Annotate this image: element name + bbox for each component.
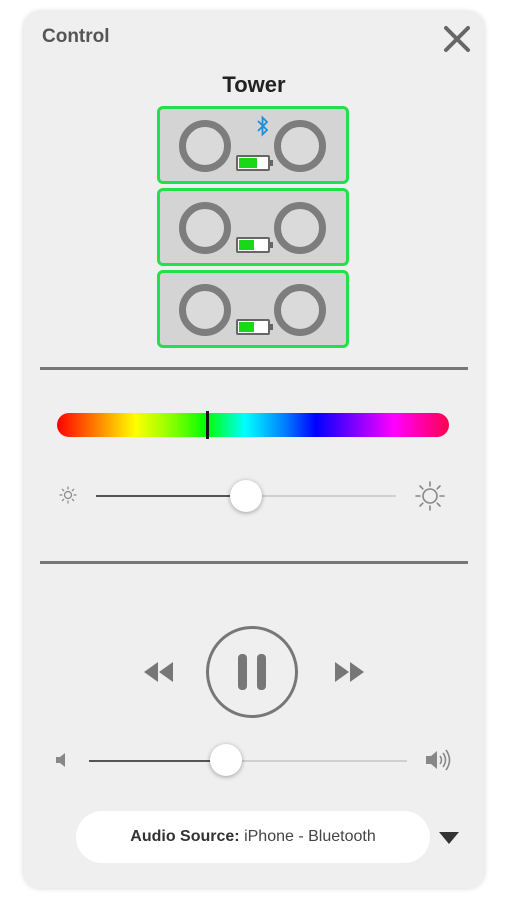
fast-forward-icon[interactable] [333,659,367,685]
battery-icon [236,155,273,171]
dropdown-arrow-icon[interactable] [438,831,460,845]
woofer-icon [274,202,326,254]
bluetooth-icon [257,115,269,137]
volume-slider-fill [89,760,226,762]
speaker-unit-1[interactable] [157,106,349,184]
pause-icon [238,654,266,690]
audio-source-value: iPhone - Bluetooth [244,828,376,845]
hue-color-slider[interactable] [57,411,449,439]
brightness-low-icon [59,486,77,504]
close-icon[interactable] [442,24,472,54]
volume-high-icon [426,749,451,771]
woofer-icon [179,202,231,254]
battery-level-fill [239,322,254,332]
device-name: Tower [222,72,286,97]
battery-icon [236,319,273,335]
speaker-unit-3[interactable] [157,270,349,348]
rewind-icon[interactable] [141,659,175,685]
battery-icon [236,237,273,253]
woofer-icon [274,120,326,172]
hue-marker[interactable] [206,411,209,439]
brightness-slider-fill [96,495,246,497]
speaker-tower [157,106,349,352]
woofer-icon [274,284,326,336]
woofer-icon [179,120,231,172]
audio-source-selector[interactable]: Audio Source: iPhone - Bluetooth [76,811,430,863]
brightness-high-icon [415,481,445,511]
battery-level-fill [239,158,257,168]
speaker-unit-2[interactable] [157,188,349,266]
volume-low-icon [56,753,65,767]
woofer-icon [179,284,231,336]
control-panel: Control Tower Audio Source: iPhone - Blu… [24,12,484,888]
pause-button[interactable] [206,626,298,718]
audio-source-label: Audio Source: [130,828,240,845]
divider [40,367,468,370]
battery-level-fill [239,240,254,250]
panel-title: Control [42,26,110,47]
volume-slider-thumb[interactable] [209,744,242,776]
brightness-slider-thumb[interactable] [230,480,262,512]
divider [40,561,468,564]
